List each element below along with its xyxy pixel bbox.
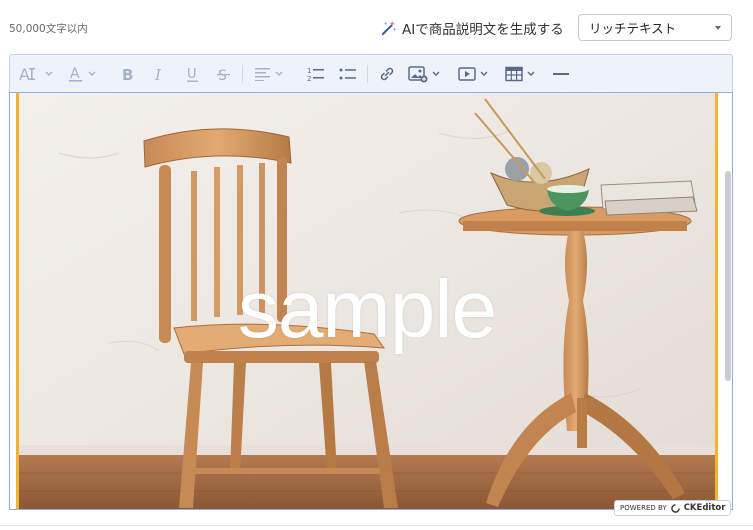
sample-watermark: sample xyxy=(237,264,497,355)
embedded-image[interactable]: sample xyxy=(16,93,718,509)
italic-icon: I xyxy=(154,66,162,83)
ai-generate-button[interactable]: AIで商品説明文を生成する xyxy=(380,17,564,39)
chevron-down-icon xyxy=(715,25,721,30)
link-button[interactable] xyxy=(379,55,395,93)
svg-text:1: 1 xyxy=(307,67,311,75)
numbered-list-icon: 1 2 xyxy=(307,67,324,82)
bulleted-list-icon xyxy=(339,68,356,80)
chevron-down-icon xyxy=(527,71,535,76)
magic-wand-icon xyxy=(381,20,397,35)
chevron-down-icon xyxy=(480,71,488,76)
ckeditor-powered-badge[interactable]: POWERED BY CKEditor xyxy=(614,500,732,516)
chevron-down-icon xyxy=(88,71,96,76)
editor-scrollbar[interactable] xyxy=(725,171,731,381)
insert-table-icon xyxy=(505,66,523,82)
horizontal-line-icon xyxy=(553,73,569,75)
editor-content-area[interactable]: sample xyxy=(9,92,733,510)
font-color-icon: A xyxy=(69,66,82,82)
editor-toolbar: A A B I U S 1 2 xyxy=(9,54,733,92)
char-limit-note: 50,000文字以内 xyxy=(9,23,88,35)
chevron-down-icon xyxy=(432,71,440,76)
align-icon xyxy=(255,68,270,81)
powered-by-label: POWERED BY xyxy=(620,504,667,512)
svg-text:I: I xyxy=(154,66,162,83)
strikethrough-icon: S xyxy=(217,68,230,83)
underline-icon: U xyxy=(187,67,198,82)
bulleted-list-button[interactable] xyxy=(339,55,357,93)
insert-table-button[interactable] xyxy=(505,55,535,93)
numbered-list-button[interactable]: 1 2 xyxy=(307,55,325,93)
ai-generate-label: AIで商品説明文を生成する xyxy=(402,22,564,38)
insert-image-icon xyxy=(408,66,428,83)
svg-text:A: A xyxy=(19,65,30,83)
underline-button[interactable]: U xyxy=(186,55,200,93)
chevron-down-icon xyxy=(275,71,283,76)
italic-button[interactable]: I xyxy=(153,55,167,93)
divider xyxy=(0,525,753,526)
insert-media-button[interactable] xyxy=(458,55,488,93)
strikethrough-button[interactable]: S xyxy=(217,55,231,93)
insert-media-icon xyxy=(458,67,476,81)
font-size-icon: A xyxy=(19,65,35,83)
insert-image-button[interactable] xyxy=(408,55,440,93)
svg-text:U: U xyxy=(187,67,197,82)
bold-icon: B xyxy=(122,66,133,83)
ckeditor-logo-icon xyxy=(670,503,680,513)
svg-text:A: A xyxy=(70,66,80,82)
font-color-button[interactable]: A xyxy=(68,55,96,93)
svg-text:2: 2 xyxy=(307,75,311,82)
svg-text:B: B xyxy=(122,66,133,83)
editor-mode-value: リッチテキスト xyxy=(589,21,677,36)
editor-mode-select[interactable]: リッチテキスト xyxy=(578,14,732,41)
bold-button[interactable]: B xyxy=(121,55,135,93)
font-size-button[interactable]: A xyxy=(19,55,53,93)
svg-text:S: S xyxy=(218,68,227,83)
toolbar-separator xyxy=(242,65,243,83)
link-icon xyxy=(380,67,394,81)
ckeditor-brand: CKEditor xyxy=(683,503,726,513)
chevron-down-icon xyxy=(45,71,53,76)
horizontal-line-button[interactable] xyxy=(553,55,569,93)
align-button[interactable] xyxy=(255,55,283,93)
toolbar-separator xyxy=(367,65,368,83)
